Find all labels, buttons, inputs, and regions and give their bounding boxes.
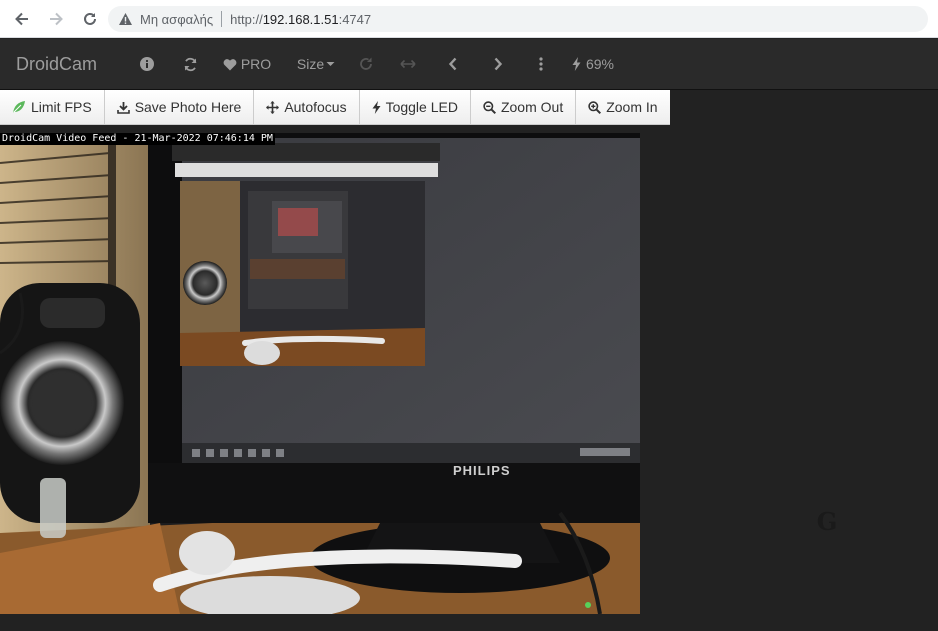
save-photo-label: Save Photo Here [134, 99, 242, 115]
vertical-dots-icon [539, 57, 543, 71]
save-photo-button[interactable]: Save Photo Here [104, 90, 255, 125]
pro-link[interactable]: PRO [214, 39, 280, 90]
reload-button[interactable] [74, 3, 106, 35]
zoom-out-label: Zoom Out [500, 99, 564, 115]
forward-button[interactable] [40, 3, 72, 35]
rotate-icon [360, 57, 372, 70]
back-button[interactable] [6, 3, 38, 35]
autofocus-button[interactable]: Autofocus [254, 90, 360, 125]
refresh-icon [184, 57, 196, 71]
refresh-button[interactable] [166, 39, 214, 90]
url-host: 192.168.1.51 [262, 11, 339, 27]
control-toolbar: Limit FPS Save Photo Here Autofocus Togg… [0, 90, 670, 125]
camera-frame: PHILIPS [0, 133, 640, 614]
next-button[interactable] [470, 39, 526, 90]
zoom-out-button[interactable]: Zoom Out [470, 90, 577, 125]
heart-icon [223, 58, 237, 70]
arrow-left-icon [15, 12, 28, 25]
droidcam-navbar: DroidCam PRO Size 69% [0, 39, 938, 90]
horizontal-arrows-icon [400, 59, 416, 69]
reload-icon [84, 12, 96, 25]
size-dropdown[interactable]: Size [280, 39, 352, 90]
lightning-icon [572, 57, 581, 71]
battery-level: 69% [585, 56, 615, 72]
size-label: Size [296, 56, 325, 72]
monitor-brand: PHILIPS [453, 463, 511, 478]
chevron-left-icon [448, 57, 457, 71]
lightning-icon [372, 100, 381, 114]
pro-label: PRO [240, 56, 272, 72]
limit-fps-button[interactable]: Limit FPS [0, 90, 105, 125]
flip-button[interactable] [380, 39, 436, 90]
download-icon [116, 101, 130, 114]
address-separator [221, 11, 223, 27]
zoom-in-icon [588, 100, 602, 114]
video-feed[interactable]: PHILIPS [0, 133, 640, 614]
rotate-button[interactable] [352, 39, 380, 90]
warning-icon [118, 11, 134, 27]
more-options-button[interactable] [526, 39, 556, 90]
browser-bar: Μη ασφαλής http:// 192.168.1.51 :4747 [0, 0, 938, 38]
toggle-led-button[interactable]: Toggle LED [359, 90, 471, 125]
arrow-right-icon [50, 12, 63, 25]
caret-down-icon [326, 62, 335, 66]
url-port: :4747 [338, 11, 372, 27]
toggle-led-label: Toggle LED [385, 99, 458, 115]
info-button[interactable] [128, 39, 166, 90]
url-protocol: http:// [230, 11, 263, 27]
zoom-out-icon [483, 100, 496, 114]
brand-title[interactable]: DroidCam [16, 54, 128, 75]
chevron-right-icon [494, 57, 503, 71]
zoom-in-label: Zoom In [606, 99, 658, 115]
watermark-logo: G [816, 506, 838, 536]
insecure-label[interactable]: Μη ασφαλής [140, 12, 213, 27]
move-arrows-icon [266, 100, 280, 114]
video-feed-caption: DroidCam Video Feed - 21-Mar-2022 07:46:… [0, 133, 275, 145]
previous-button[interactable] [436, 39, 470, 90]
autofocus-label: Autofocus [284, 99, 347, 115]
address-bar[interactable]: Μη ασφαλής http:// 192.168.1.51 :4747 [108, 6, 928, 32]
info-icon [140, 57, 154, 71]
battery-status: 69% [556, 39, 630, 90]
zoom-in-button[interactable]: Zoom In [576, 90, 670, 125]
limit-fps-label: Limit FPS [31, 99, 92, 115]
leaf-icon [12, 100, 26, 114]
